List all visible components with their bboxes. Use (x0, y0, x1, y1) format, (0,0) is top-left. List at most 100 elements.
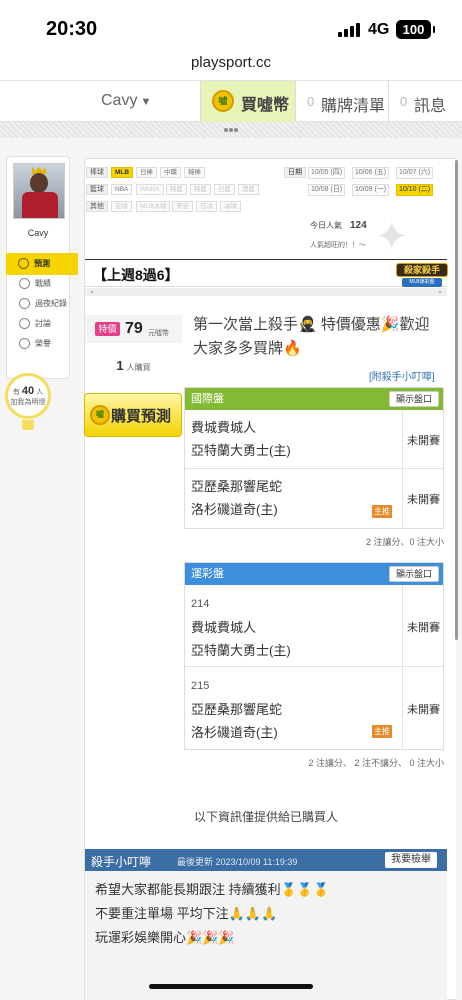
game-row[interactable]: 費城費城人亞特蘭大勇士(主) 未開賽 (185, 410, 443, 469)
popularity-value: 124 (350, 220, 367, 231)
url-bar[interactable]: playsport.cc (0, 54, 462, 71)
lottery-summary: 2 注讓分、 2 注不讓分、 0 注大小 (308, 758, 444, 768)
killer-badge: 殺家殺手 MLB運彩盤 (396, 261, 448, 291)
filter-label: 其他 (86, 201, 108, 212)
message-count: 0 (400, 94, 408, 109)
popularity: 今日人氣 124 (310, 220, 367, 231)
sidebar-item-discuss[interactable]: 討論 (7, 313, 71, 335)
away-team: 費城費城人 (191, 620, 257, 635)
user-menu[interactable]: Cavy ▼ (101, 92, 151, 110)
sidebar-item-history[interactable]: 過夜紀錄 (7, 293, 71, 315)
profile-sidebar: Cavy 預測 戰績 過夜紀錄 討論 榮譽 (6, 156, 78, 379)
filter-chip[interactable]: 冰球 (220, 201, 241, 212)
filter-chip[interactable]: MLB冰球 (136, 201, 171, 212)
filter-chip[interactable]: 美足 (172, 201, 193, 212)
sidebar-item-label: 戰績 (35, 279, 51, 288)
filter-chip[interactable]: 日籃 (214, 184, 235, 195)
buyer-only-note: 以下資訊僅提供給已購買人 (193, 810, 338, 824)
tips-body: 希望大家都能長期跟注 持續獲利🥇🥇🥇 不要重注單場 平均下注🙏🙏🙏 玩運彩娛樂開… (85, 871, 447, 1000)
top-pick-badge: 主推 (372, 725, 392, 738)
scrollbar[interactable] (455, 160, 458, 640)
filter-chip[interactable]: 韓籃 (190, 184, 211, 195)
decoration-graphic: ✦ (375, 215, 409, 259)
tips-link[interactable]: [附殺手小叮嚀] (369, 368, 435, 383)
promo-text: 第一次當上殺手🥷 特價優惠🎉歡迎大家多多買牌🔥 (193, 316, 430, 357)
week-record-title: 【上週8過6】 (93, 267, 179, 283)
buyer-number: 1 (116, 358, 124, 373)
drag-handle[interactable] (0, 122, 462, 138)
show-odds-button[interactable]: 顯示盤口 (388, 566, 439, 582)
home-indicator[interactable] (149, 984, 313, 989)
edit-icon (19, 318, 30, 329)
filter-chip[interactable]: 韓籃 (166, 184, 187, 195)
caret-down-icon: ▼ (140, 96, 152, 108)
user-name: Cavy (101, 92, 138, 109)
lottery-panel-title: 運彩盤 (191, 568, 224, 580)
follow-bulb-button[interactable]: 有 40 人 加我為明燈 (5, 373, 51, 430)
divider: ▲ ▲ (85, 288, 447, 296)
date-chip[interactable]: 10/08 (日) (308, 184, 346, 196)
price-value: 79 (125, 320, 143, 337)
buyer-unit: 人購買 (126, 363, 151, 372)
killer-badge-sub: MLB運彩盤 (402, 278, 442, 287)
show-odds-button[interactable]: 顯示盤口 (388, 391, 439, 407)
away-team: 費城費城人 (191, 420, 257, 435)
sidebar-item-label: 過夜紀錄 (35, 299, 67, 308)
game-row[interactable]: 215 亞歷桑那響尾蛇 洛杉磯道奇(主) 主推 未開賽 (185, 667, 443, 749)
home-team: 亞特蘭大勇士(主) (191, 443, 291, 458)
buy-prediction-button[interactable]: 噓 購買預測 (84, 393, 182, 437)
tip-line: 不要重注單場 平均下注🙏🙏🙏 (95, 906, 278, 921)
popularity-note: 人氣超旺的！！～ (310, 242, 366, 249)
date-chip[interactable]: 10/06 (五) (352, 167, 390, 179)
filter-chip[interactable]: 韓棒 (184, 167, 205, 178)
date-chip-selected[interactable]: 10/10 (二) (396, 184, 434, 196)
filter-chip[interactable]: 中職 (160, 167, 181, 178)
status-bar: 20:30 4G 100 (0, 0, 462, 52)
messages-button[interactable]: 0 訊息 (390, 81, 462, 122)
price-box: 特價 79 元噓幣 (85, 315, 182, 343)
filter-chip[interactable]: 澳籃 (238, 184, 259, 195)
popularity-label: 今日人氣 (310, 221, 342, 230)
battery-icon: 100 (396, 20, 435, 39)
medal-icon (19, 338, 30, 349)
avatar[interactable] (13, 163, 65, 219)
game-status: 未開賽 (402, 667, 444, 749)
bulb-suffix: 人 (36, 389, 44, 396)
chart-icon (19, 278, 30, 289)
home-team: 洛杉磯道奇(主) (191, 502, 278, 517)
game-status: 未開賽 (402, 410, 444, 468)
lottery-panel-header: 運彩盤 顯示盤口 (185, 563, 443, 585)
date-chip[interactable]: 10/09 (一) (352, 184, 390, 196)
game-row[interactable]: 214 費城費城人 亞特蘭大勇士(主) 未開賽 (185, 585, 443, 667)
tips-updated: 最後更新 2023/10/09 11:19:39 (177, 857, 298, 867)
buy-prediction-label: 購買預測 (111, 408, 172, 425)
away-team: 亞歷桑那響尾蛇 (191, 479, 283, 494)
report-button[interactable]: 我要檢舉 (385, 852, 437, 868)
filter-chip[interactable]: MLB (111, 167, 134, 178)
game-row[interactable]: 亞歷桑那響尾蛇 洛杉磯道奇(主) 主推 未開賽 (185, 469, 443, 528)
follower-count: 40 (21, 385, 35, 397)
date-chip[interactable]: 10/05 (四) (308, 167, 346, 179)
filter-chip[interactable]: 日冰 (196, 201, 217, 212)
buy-coin-button[interactable]: 噓 買噓幣 (200, 81, 296, 122)
filter-label: 棒球 (86, 167, 108, 178)
filter-chip[interactable]: 日棒 (136, 167, 157, 178)
coin-icon: 噓 (90, 405, 110, 425)
intl-summary: 2 注讓分、0 注大小 (365, 537, 444, 547)
filter-chip[interactable]: WNBA (136, 184, 164, 195)
filter-chip[interactable]: NBA (111, 184, 133, 195)
sidebar-item-honor[interactable]: 榮譽 (7, 333, 71, 355)
sidebar-item-label: 討論 (35, 319, 51, 328)
circle-icon (19, 298, 30, 309)
intl-panel: 國際盤 顯示盤口 費城費城人亞特蘭大勇士(主) 未開賽 亞歷桑那響尾蛇 洛杉磯道奇(… (184, 387, 444, 529)
date-chip[interactable]: 10/07 (六) (396, 167, 434, 179)
sidebar-item-predict[interactable]: 預測 (6, 253, 78, 275)
killer-badge-title: 殺家殺手 (396, 263, 448, 277)
price-unit: 元噓幣 (148, 330, 169, 337)
network-label: 4G (368, 21, 390, 38)
cart-count: 0 (307, 94, 315, 109)
intl-panel-title: 國際盤 (191, 393, 224, 405)
sidebar-item-record[interactable]: 戰績 (7, 273, 71, 295)
cart-button[interactable]: 0 購牌清單 (297, 81, 389, 122)
filter-chip[interactable]: 足球 (111, 201, 132, 212)
